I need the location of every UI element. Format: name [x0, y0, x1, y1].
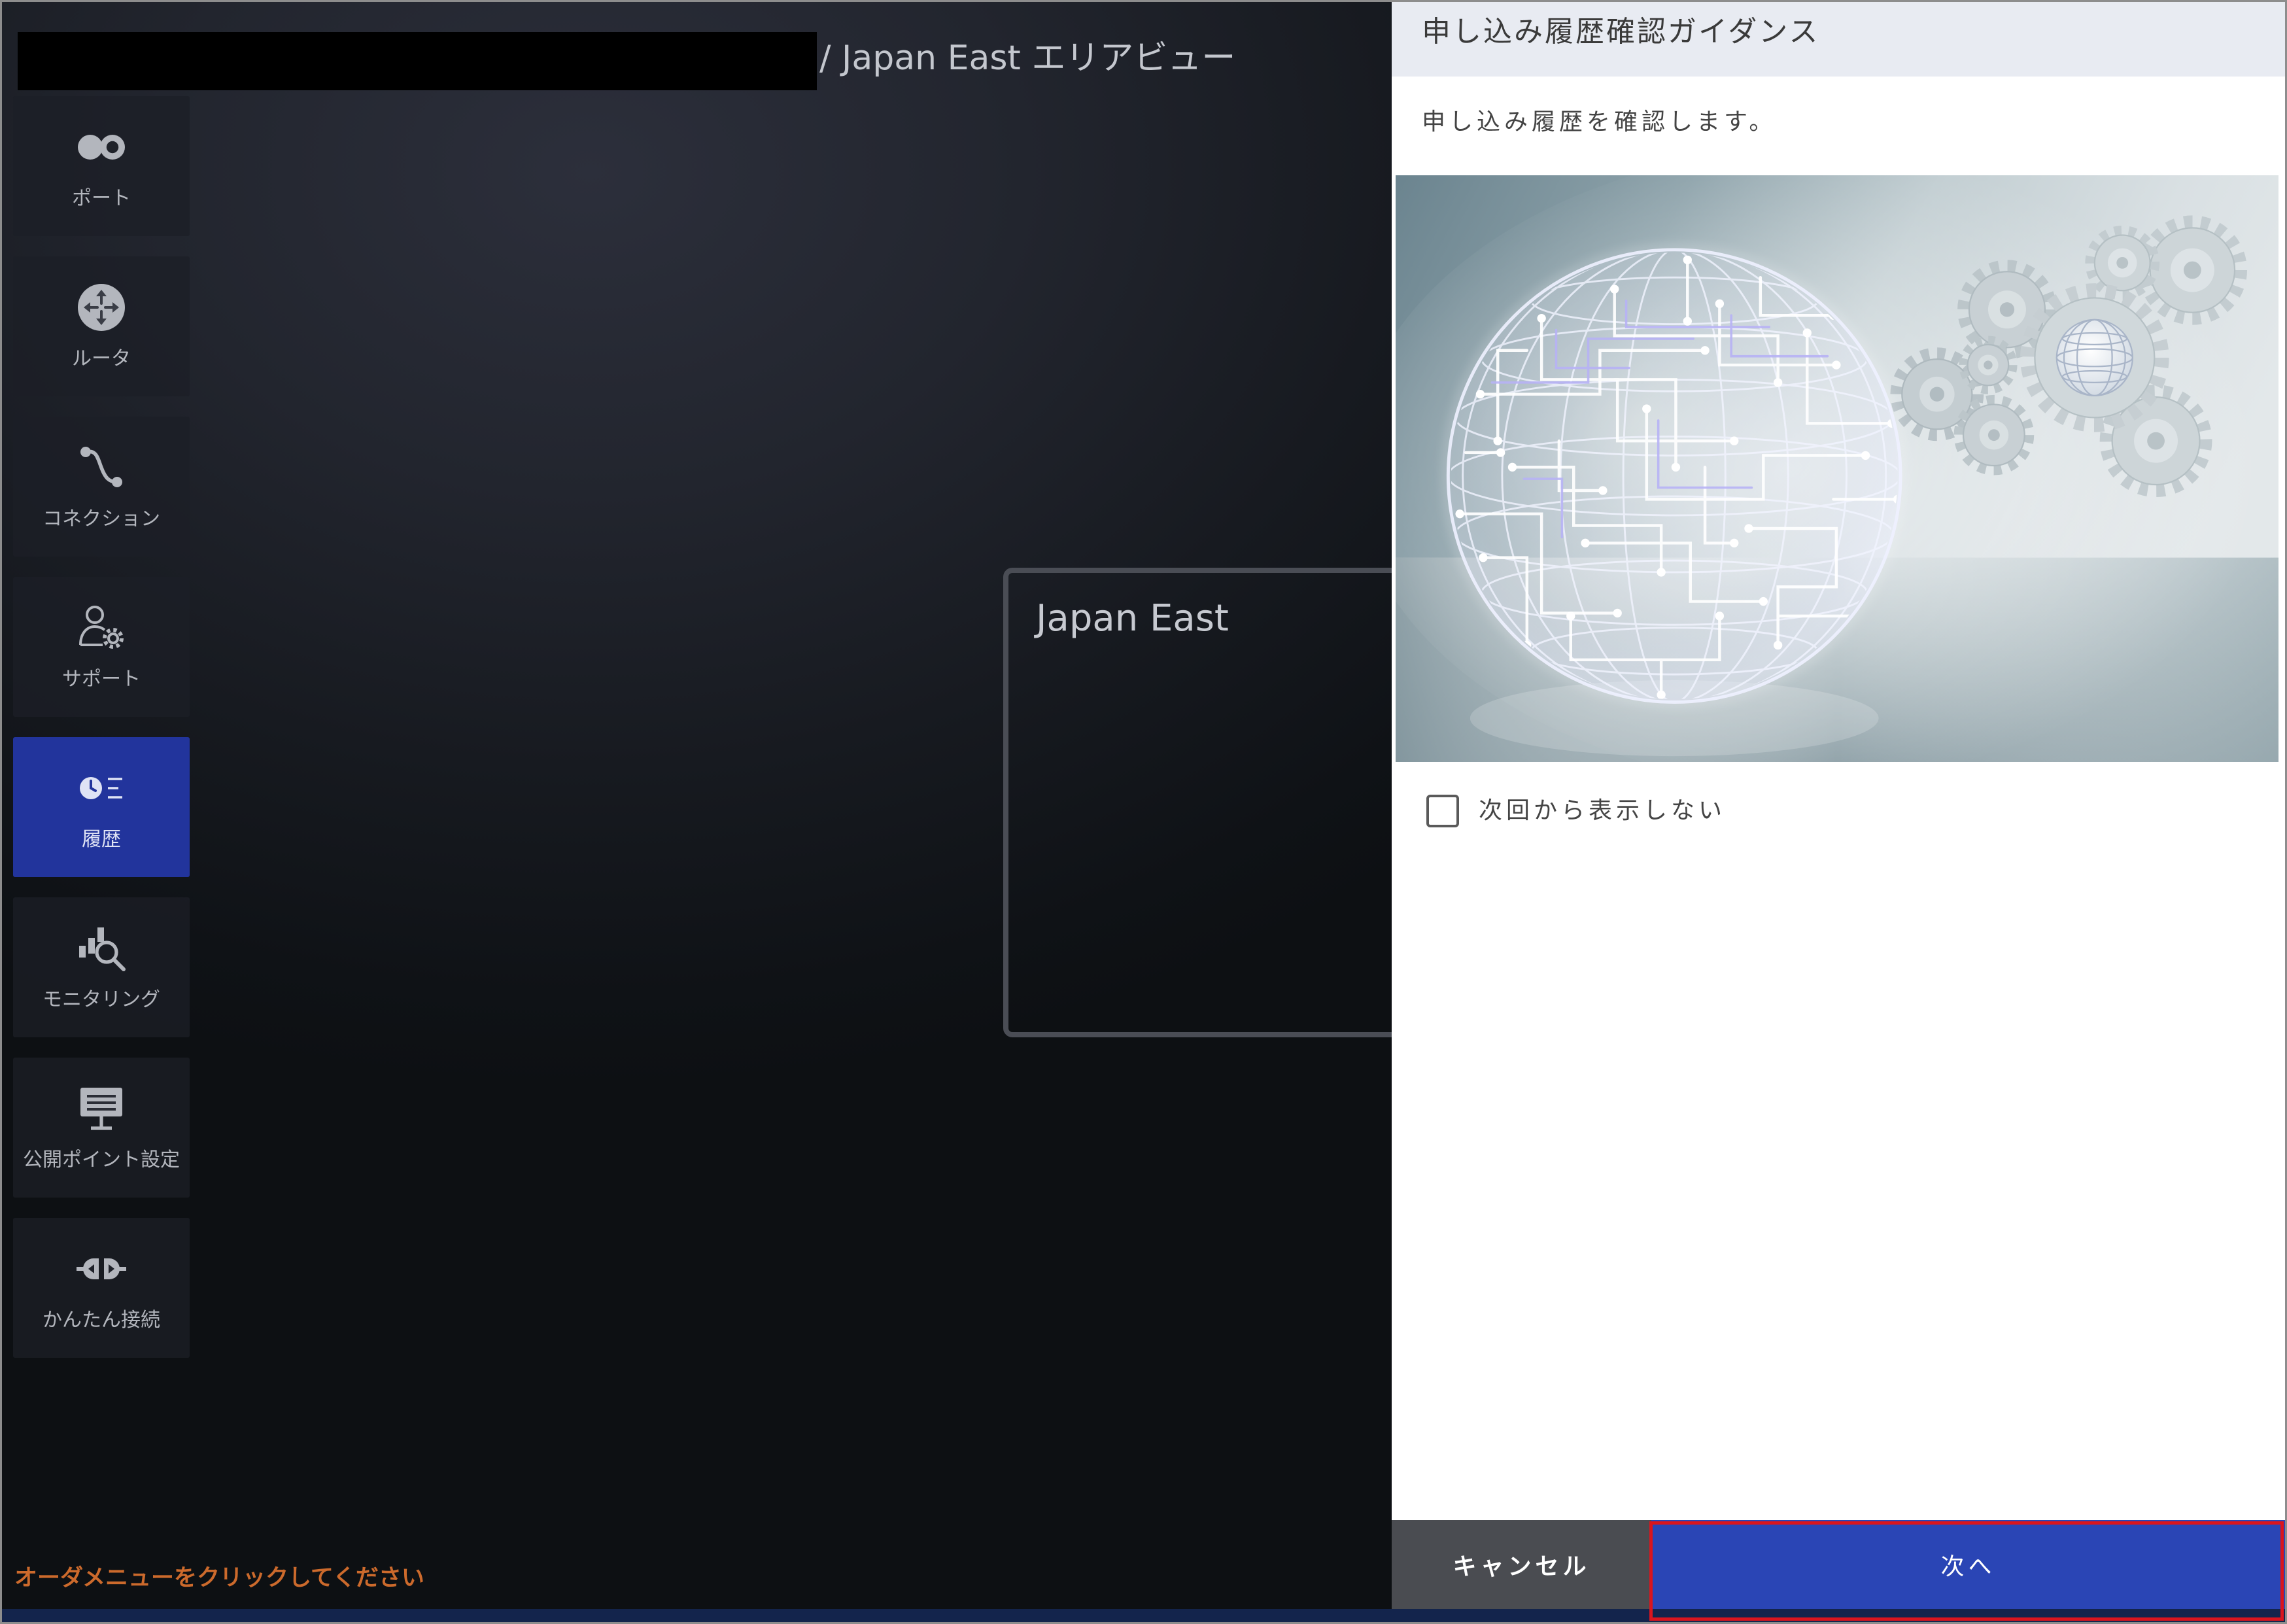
next-button[interactable]: 次へ — [1651, 1520, 2285, 1609]
sidebar-item-public-point-settings[interactable]: 公開ポイント設定 — [13, 1058, 190, 1198]
dialog-footer: キャンセル 次へ — [1392, 1520, 2285, 1609]
cancel-button[interactable]: キャンセル — [1392, 1520, 1651, 1609]
bottom-status-bar — [2, 1609, 2285, 1622]
order-menu-sidebar: ポート ルータ コネクション サポート 履歴 モニタリング 公開ポイント設定 か… — [13, 96, 190, 1358]
sidebar-item-history[interactable]: 履歴 — [13, 737, 190, 877]
sidebar-item-support[interactable]: サポート — [13, 577, 190, 717]
sidebar-item-label: ルータ — [72, 347, 131, 370]
page-title: / Japan East エリアビュー — [819, 39, 1236, 78]
sidebar-item-port[interactable]: ポート — [13, 96, 190, 236]
sidebar-item-connection[interactable]: コネクション — [13, 417, 190, 557]
sidebar-item-label: かんたん接続 — [43, 1309, 160, 1332]
globe-gears-image — [1396, 175, 2278, 762]
router-icon — [75, 281, 128, 334]
sidebar-item-label: サポート — [62, 668, 141, 691]
dont-show-again-option[interactable]: 次回から表示しない — [1426, 795, 1726, 827]
app-window: / Japan East エリアビュー ポート ルータ コネクション サポート … — [0, 0, 2287, 1624]
support-icon — [75, 602, 128, 654]
guidance-dialog: 申し込み履歴確認ガイダンス 申し込み履歴を確認します。 次回から表示しない キャ… — [1392, 2, 2285, 1609]
public-point-icon — [75, 1082, 128, 1135]
sidebar-item-label: コネクション — [43, 508, 160, 530]
dialog-title: 申し込み履歴確認ガイダンス — [1422, 15, 1820, 48]
connection-icon — [75, 441, 128, 494]
monitoring-icon — [75, 922, 128, 975]
redacted-breadcrumb — [18, 32, 817, 90]
sidebar-item-label: ポート — [72, 187, 131, 210]
sidebar-item-label: 履歴 — [82, 828, 121, 851]
dont-show-again-checkbox[interactable] — [1426, 795, 1459, 827]
history-icon — [75, 762, 128, 814]
sidebar-item-monitoring[interactable]: モニタリング — [13, 897, 190, 1037]
sidebar-item-easy-connect[interactable]: かんたん接続 — [13, 1218, 190, 1358]
region-label: Japan East — [1036, 597, 1229, 640]
dont-show-again-label[interactable]: 次回から表示しない — [1479, 795, 1726, 827]
sidebar-item-router[interactable]: ルータ — [13, 256, 190, 396]
sidebar-item-label: 公開ポイント設定 — [23, 1149, 180, 1171]
sidebar-item-label: モニタリング — [43, 988, 160, 1011]
dialog-header: 申し込み履歴確認ガイダンス — [1392, 2, 2285, 77]
dialog-description: 申し込み履歴を確認します。 — [1422, 109, 1777, 135]
easy-connect-icon — [75, 1243, 128, 1295]
dialog-illustration — [1396, 175, 2278, 762]
port-icon — [75, 121, 128, 173]
status-hint: オーダメニューをクリックしてください — [14, 1565, 424, 1591]
